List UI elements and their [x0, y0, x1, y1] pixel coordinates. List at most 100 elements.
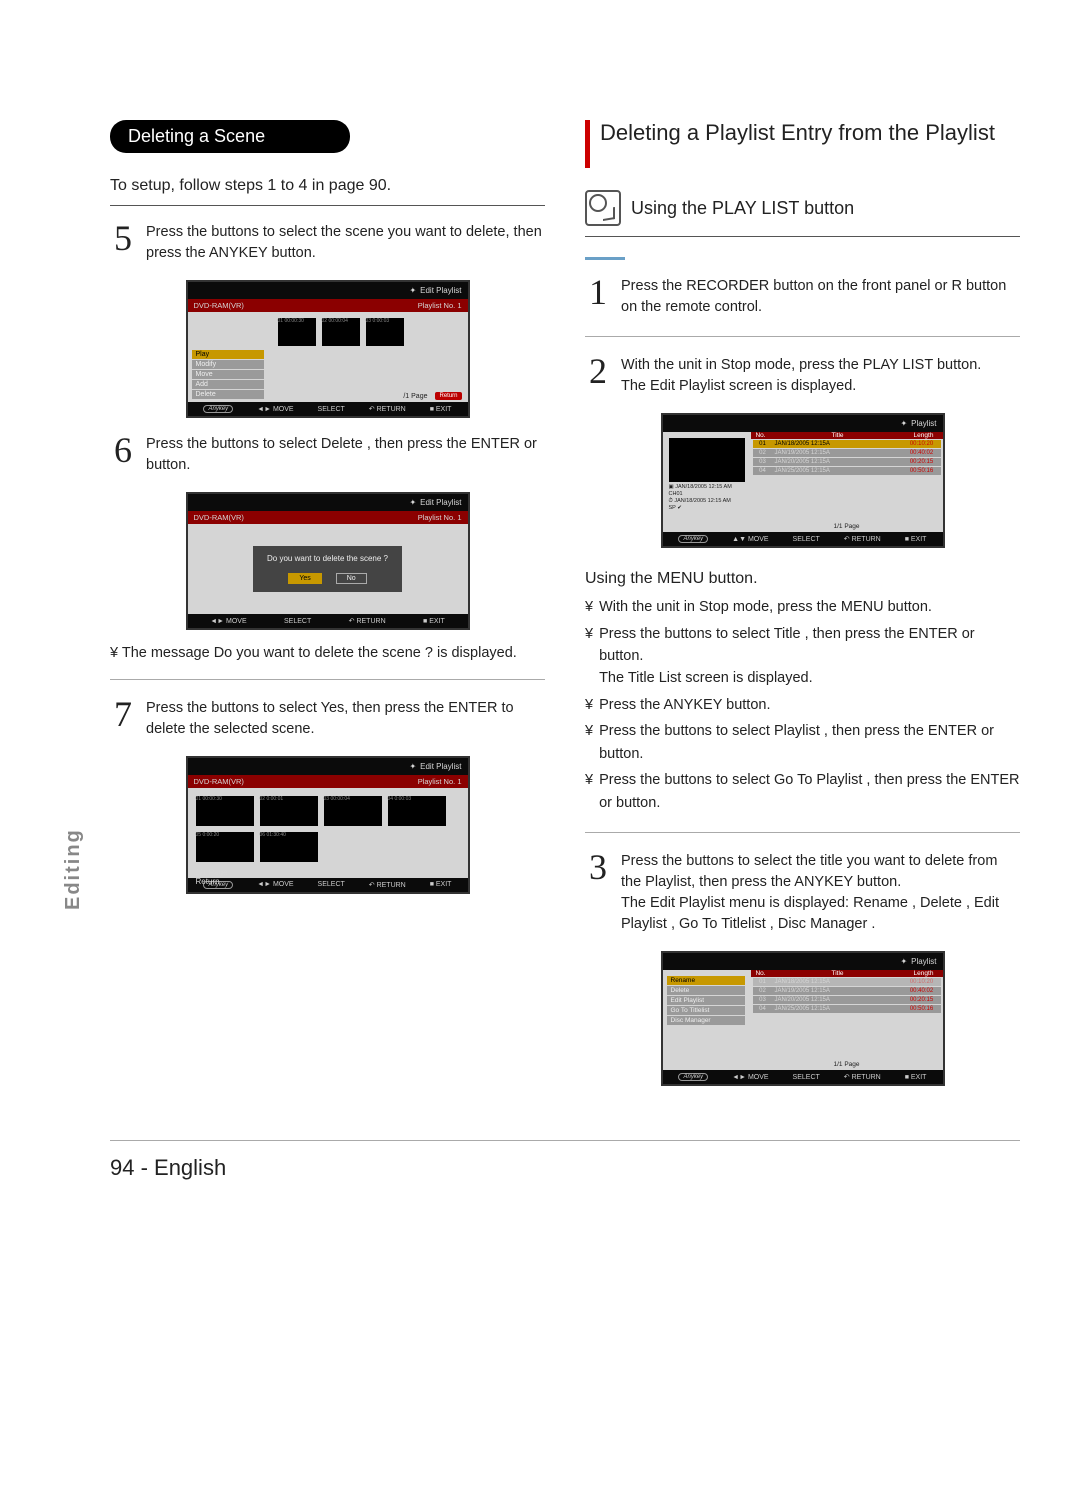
scene-cell[interactable]: 05 0:00:20	[196, 832, 254, 862]
step-1: 1 Press the RECORDER button on the front…	[585, 276, 1020, 318]
menu-item-go-to-titlelist[interactable]: Go To Titlelist	[667, 1006, 745, 1015]
separator	[110, 205, 545, 206]
accent-bar-icon	[585, 120, 590, 168]
step-3: 3 Press the buttons to select the title …	[585, 851, 1020, 935]
osd-playlist-list: ✦Playlist ▣ JAN/18/2005 12:15 AM CH01 ⏱ …	[661, 413, 945, 548]
select-hint: SELECT	[793, 1074, 820, 1081]
section-title-text: Deleting a Playlist Entry from the Playl…	[600, 120, 995, 146]
dialog-question: Do you want to delete the scene ?	[267, 554, 388, 563]
no-button[interactable]: No	[336, 573, 367, 584]
scene-thumb: 01 00:00:30	[278, 318, 316, 346]
accent-rule	[585, 257, 625, 260]
osd-playlist-context: ✦Playlist Rename Delete Edit Playlist Go…	[661, 951, 945, 1086]
menu-item-move[interactable]: Move	[192, 370, 264, 379]
bullet-text: Press the buttons to select Playlist , t…	[599, 720, 1020, 765]
confirm-dialog: Do you want to delete the scene ? Yes No	[253, 546, 402, 592]
page-indicator: 1/1 Page	[751, 1061, 943, 1068]
using-label: Using the PLAY LIST button	[631, 198, 854, 219]
right-column: Deleting a Playlist Entry from the Playl…	[585, 120, 1020, 1100]
return-hint: ↶ RETURN	[844, 1073, 881, 1081]
intro-text: To setup, follow steps 1 to 4 in page 90…	[110, 177, 545, 195]
list-item[interactable]: 02JAN/19/2005 12:15A00:40:02	[753, 449, 941, 457]
step-number: 2	[585, 355, 611, 397]
anykey-badge: Anykey	[203, 405, 233, 413]
page-indicator: /1 Page	[403, 393, 427, 400]
step-body: Press the buttons to select the title yo…	[621, 851, 1020, 935]
separator	[585, 336, 1020, 337]
section-pill-deleting-scene: Deleting a Scene	[110, 120, 350, 153]
return-button[interactable]: Return	[196, 877, 460, 886]
menu-item-rename[interactable]: Rename	[667, 976, 745, 985]
menu-item-disc-manager[interactable]: Disc Manager	[667, 1016, 745, 1025]
menu-steps-list: ¥With the unit in Stop mode, press the M…	[585, 596, 1020, 814]
using-menu-heading: Using the MENU button.	[585, 570, 1020, 588]
step-body: Press the buttons to select the scene yo…	[146, 222, 545, 264]
select-hint: SELECT	[793, 536, 820, 543]
osd-title: Playlist	[911, 957, 936, 966]
menu-item-edit-playlist[interactable]: Edit Playlist	[667, 996, 745, 1005]
menu-item-modify[interactable]: Modify	[192, 360, 264, 369]
left-column: Deleting a Scene To setup, follow steps …	[110, 120, 545, 1100]
osd-context-menu: Play Modify Move Add Delete	[192, 350, 264, 400]
separator	[585, 236, 1020, 237]
list-item[interactable]: 01JAN/18/2005 12:15A00:10:20	[753, 978, 941, 986]
menu-item-add[interactable]: Add	[192, 380, 264, 389]
osd-footer: Anykey ◄► MOVE SELECT ↶ RETURN ■ EXIT	[663, 1070, 943, 1084]
exit-hint: ■ EXIT	[905, 536, 927, 543]
move-hint: ▲▼ MOVE	[732, 536, 768, 543]
return-hint: ↶ RETURN	[844, 535, 881, 543]
side-tab-editing: Editing	[62, 828, 85, 910]
select-hint: SELECT	[318, 406, 345, 413]
anykey-badge: Anykey	[678, 1073, 708, 1081]
page-indicator: 1/1 Page	[751, 523, 943, 530]
osd-crumb-left: DVD-RAM(VR)	[194, 513, 244, 522]
bullet-text: Press the buttons to select Title , then…	[599, 623, 1020, 690]
page-indicator: 1/1 Page	[196, 868, 460, 877]
step-2: 2 With the unit in Stop mode, press the …	[585, 355, 1020, 397]
return-hint: ↶ RETURN	[369, 405, 406, 413]
return-hint: ↶ RETURN	[349, 617, 386, 625]
list-item[interactable]: 01JAN/18/2005 12:15A00:10:20	[753, 440, 941, 448]
list-item[interactable]: 04JAN/25/2005 12:15A00:50:16	[753, 467, 941, 475]
step-number: 1	[585, 276, 611, 318]
move-hint: ◄► MOVE	[732, 1074, 768, 1081]
step-number: 7	[110, 698, 136, 740]
scene-cell[interactable]: 01 00:00:30	[196, 796, 254, 826]
step-body: Press the RECORDER button on the front p…	[621, 276, 1020, 318]
preview-thumb	[669, 438, 745, 482]
hand-press-icon	[585, 190, 621, 226]
anykey-badge: Anykey	[678, 535, 708, 543]
step-5: 5 Press the buttons to select the scene …	[110, 222, 545, 264]
scene-thumb: 03 0:00:03	[366, 318, 404, 346]
osd-crumb-right: Playlist No. 1	[418, 301, 462, 310]
osd-delete-confirm: ✦Edit Playlist DVD-RAM(VR)Playlist No. 1…	[186, 492, 470, 630]
preview-meta: ▣ JAN/18/2005 12:15 AM CH01 ⏱ JAN/18/200…	[663, 484, 751, 513]
list-item[interactable]: 04JAN/25/2005 12:15A00:50:16	[753, 1005, 941, 1013]
menu-item-delete[interactable]: Delete	[192, 390, 264, 399]
scene-cell[interactable]: 04 0:00:03	[388, 796, 446, 826]
move-hint: ◄► MOVE	[210, 618, 246, 625]
osd-footer: Anykey ◄► MOVE SELECT ↶ RETURN ■ EXIT	[188, 402, 468, 416]
scene-cell[interactable]: 02 0:00:01	[260, 796, 318, 826]
osd-context-menu: Rename Delete Edit Playlist Go To Titlel…	[667, 976, 745, 1026]
select-hint: SELECT	[284, 618, 311, 625]
page-footer: 94 - English	[110, 1140, 1020, 1181]
step-6: 6 Press the buttons to select Delete , t…	[110, 434, 545, 476]
scene-thumb: 02 00:00:04	[322, 318, 360, 346]
list-item[interactable]: 02JAN/19/2005 12:15A00:40:02	[753, 987, 941, 995]
step-number: 5	[110, 222, 136, 264]
bullet-text: Press the ANYKEY button.	[599, 694, 770, 716]
scene-cell[interactable]: 06 01:30:40	[260, 832, 318, 862]
yes-button[interactable]: Yes	[288, 573, 321, 584]
return-button[interactable]: Return	[435, 392, 461, 400]
step-body: With the unit in Stop mode, press the PL…	[621, 355, 1020, 397]
scene-cell[interactable]: 03 00:00:04	[324, 796, 382, 826]
menu-item-play[interactable]: Play	[192, 350, 264, 359]
osd-title: Edit Playlist	[420, 286, 461, 295]
menu-item-delete[interactable]: Delete	[667, 986, 745, 995]
list-item[interactable]: 03JAN/20/2005 12:15A00:20:15	[753, 458, 941, 466]
osd-footer: Anykey ▲▼ MOVE SELECT ↶ RETURN ■ EXIT	[663, 532, 943, 546]
bullet-text: Press the buttons to select Go To Playli…	[599, 769, 1020, 814]
list-item[interactable]: 03JAN/20/2005 12:15A00:20:15	[753, 996, 941, 1004]
osd-crumb-right: Playlist No. 1	[418, 777, 462, 786]
